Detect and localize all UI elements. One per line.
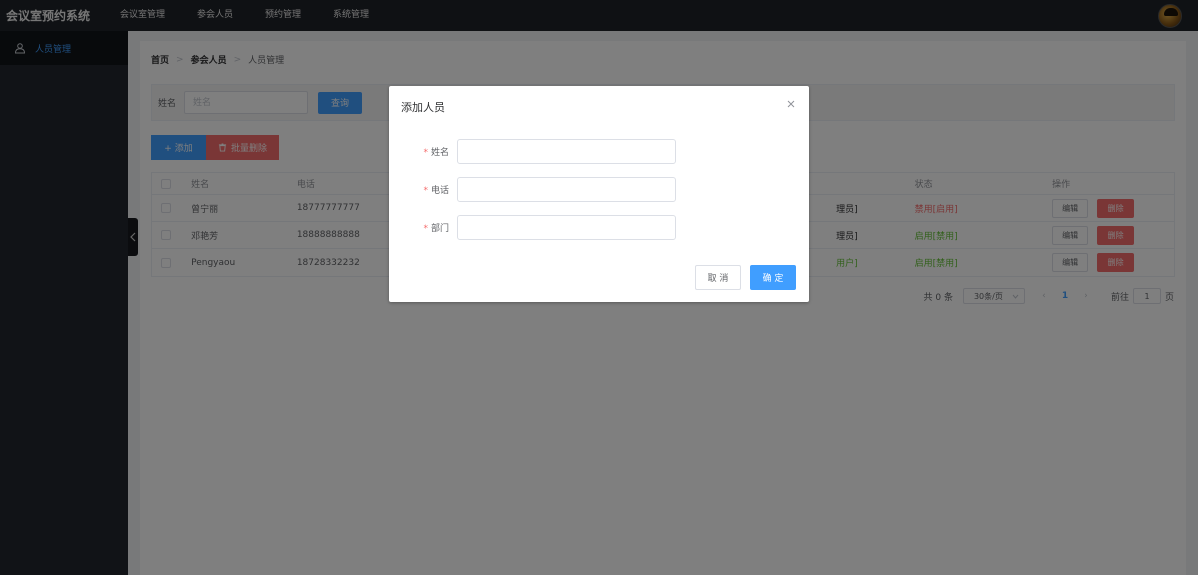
cancel-button[interactable]: 取 消 [695,265,741,290]
required-asterisk: * [423,148,428,158]
form-label-department: * 部门 [389,221,457,234]
form-label-text: 部门 [430,224,449,234]
add-person-dialog: 添加人员 * 姓名 * 电话 * 部门 取 消 确 定 [389,86,809,302]
required-asterisk: * [423,224,428,234]
required-asterisk: * [423,186,428,196]
form-row-name: * 姓名 [389,139,809,164]
department-field[interactable] [457,215,676,240]
form-label-text: 电话 [430,186,449,196]
form-row-phone: * 电话 [389,177,809,202]
confirm-button[interactable]: 确 定 [750,265,796,290]
form-label-name: * 姓名 [389,145,457,158]
form-label-text: 姓名 [430,148,449,158]
phone-field[interactable] [457,177,676,202]
close-icon[interactable] [785,98,797,110]
name-field[interactable] [457,139,676,164]
form-row-department: * 部门 [389,215,809,240]
dialog-title: 添加人员 [401,101,445,114]
form-label-phone: * 电话 [389,183,457,196]
